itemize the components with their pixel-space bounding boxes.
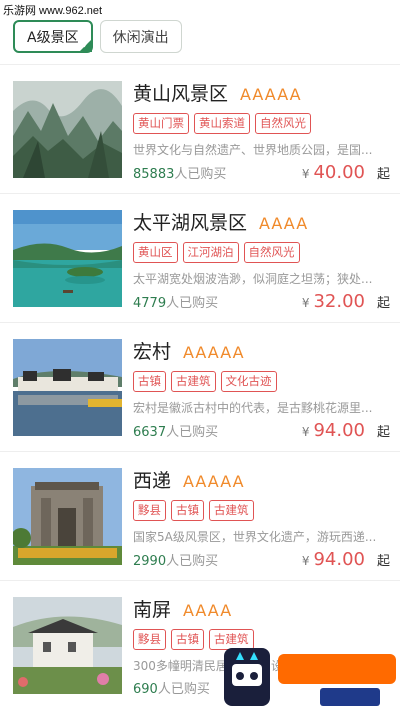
price: ¥ 32.00 起 (302, 291, 390, 312)
filter-chip-leisure-show[interactable]: 休闲演出 (99, 20, 182, 53)
scenic-photo (13, 339, 122, 436)
sold-number: 4779 (133, 296, 167, 311)
currency-symbol: ¥ (301, 167, 310, 181)
list-item[interactable]: 宏村 AAAAA 古镇 古建筑 文化古迹 宏村是徽派古村中的代表，是古黟桃花源里… (0, 323, 400, 451)
scenic-description: 国家5A级风景区，世界文化遗产，游玩西递... (133, 530, 377, 544)
scenic-name: 宏村 (133, 341, 172, 363)
list-item[interactable]: 太平湖风景区 AAAA 黄山区 江河湖泊 自然风光 太平湖宽处烟波浩渺，似洞庭之… (0, 194, 400, 322)
scenic-tag: 古建筑 (171, 371, 216, 392)
price-amount: 94.00 (313, 420, 365, 441)
sold-suffix: 人已购买 (166, 296, 219, 311)
filter-chips: A级景区 ✓ 休闲演出 (13, 20, 182, 53)
scenic-photo (13, 81, 122, 178)
scenic-description: 世界文化与自然遗产、世界地质公园，是国... (133, 143, 373, 157)
price-amount: 94.00 (313, 549, 365, 570)
scenic-tag: 古建筑 (209, 500, 254, 521)
filter-chip-label: 休闲演出 (112, 29, 169, 46)
scenic-level: AAAAA (240, 85, 302, 104)
filter-chip-label: A级景区 (27, 29, 79, 46)
list-item[interactable]: 黄山风景区 AAAAA 黄山门票 黄山索道 自然风光 世界文化与自然遗产、世界地… (0, 65, 400, 193)
sold-suffix: 人已购买 (157, 682, 210, 697)
sold-number: 2990 (133, 554, 167, 569)
site-watermark-tag: 乐游网 www.962.net (3, 5, 103, 17)
currency-symbol: ¥ (301, 425, 310, 439)
scenic-name: 南屏 (133, 599, 172, 621)
sold-number: 6637 (133, 425, 167, 440)
scenic-list: 黄山风景区 AAAAA 黄山门票 黄山索道 自然风光 世界文化与自然遗产、世界地… (0, 64, 400, 709)
sold-count: 85883人已购买 (133, 163, 226, 182)
top-bar: 乐游网 www.962.net (0, 0, 400, 18)
scenic-photo (13, 210, 122, 307)
price-suffix: 起 (376, 296, 390, 311)
price: ¥ 40.00 起 (302, 162, 390, 183)
scenic-photo (13, 597, 122, 694)
scenic-name: 黄山风景区 (133, 83, 229, 105)
price-amount: 40.00 (313, 162, 365, 183)
scenic-level: AAAA (183, 601, 233, 620)
price: ¥ 94.00 起 (302, 420, 390, 441)
scenic-name: 西递 (133, 470, 172, 492)
filter-chip-a-level[interactable]: A级景区 ✓ (13, 20, 93, 53)
scenic-tag: 古镇 (133, 371, 166, 392)
scenic-photo (13, 468, 122, 565)
scenic-tag: 黟县 (133, 629, 166, 650)
sold-suffix: 人已购买 (166, 425, 219, 440)
scenic-description: 太平湖宽处烟波浩渺，似洞庭之坦荡；狭处... (133, 272, 373, 286)
scenic-tag: 黄山门票 (133, 113, 189, 134)
scenic-tag: 自然风光 (255, 113, 311, 134)
scenic-description: 宏村是徽派古村中的代表，是古黟桃花源里... (133, 401, 373, 415)
app-watermark-logo (220, 640, 400, 711)
sold-count: 690人已购买 (133, 678, 210, 697)
scenic-level: AAAA (259, 214, 309, 233)
price-suffix: 起 (376, 167, 390, 182)
check-icon: ✓ (82, 41, 90, 51)
scenic-tag: 黟县 (133, 500, 166, 521)
scenic-name: 太平湖风景区 (133, 212, 248, 234)
scenic-tag: 江河湖泊 (182, 242, 239, 263)
scenic-tag: 文化古迹 (220, 371, 277, 392)
scenic-tag: 黄山索道 (194, 113, 250, 134)
price-suffix: 起 (376, 554, 390, 569)
list-item[interactable]: 西递 AAAAA 黟县 古镇 古建筑 国家5A级风景区，世界文化遗产，游玩西递.… (0, 452, 400, 580)
scenic-level: AAAAA (183, 343, 245, 362)
price: ¥ 94.00 起 (302, 549, 390, 570)
sold-count: 4779人已购买 (133, 292, 218, 311)
price-suffix: 起 (376, 425, 390, 440)
sold-number: 690 (133, 682, 158, 697)
sold-number: 85883 (133, 167, 175, 182)
scenic-level: AAAAA (183, 472, 245, 491)
sold-suffix: 人已购买 (166, 554, 219, 569)
scenic-tag: 古镇 (171, 629, 204, 650)
sold-count: 6637人已购买 (133, 421, 218, 440)
scenic-tag: 自然风光 (243, 242, 300, 263)
sold-suffix: 人已购买 (174, 167, 227, 182)
currency-symbol: ¥ (301, 296, 310, 310)
scenic-tag: 黄山区 (133, 242, 178, 263)
price-amount: 32.00 (313, 291, 365, 312)
currency-symbol: ¥ (301, 554, 310, 568)
scenic-tag: 古镇 (171, 500, 204, 521)
sold-count: 2990人已购买 (133, 550, 218, 569)
